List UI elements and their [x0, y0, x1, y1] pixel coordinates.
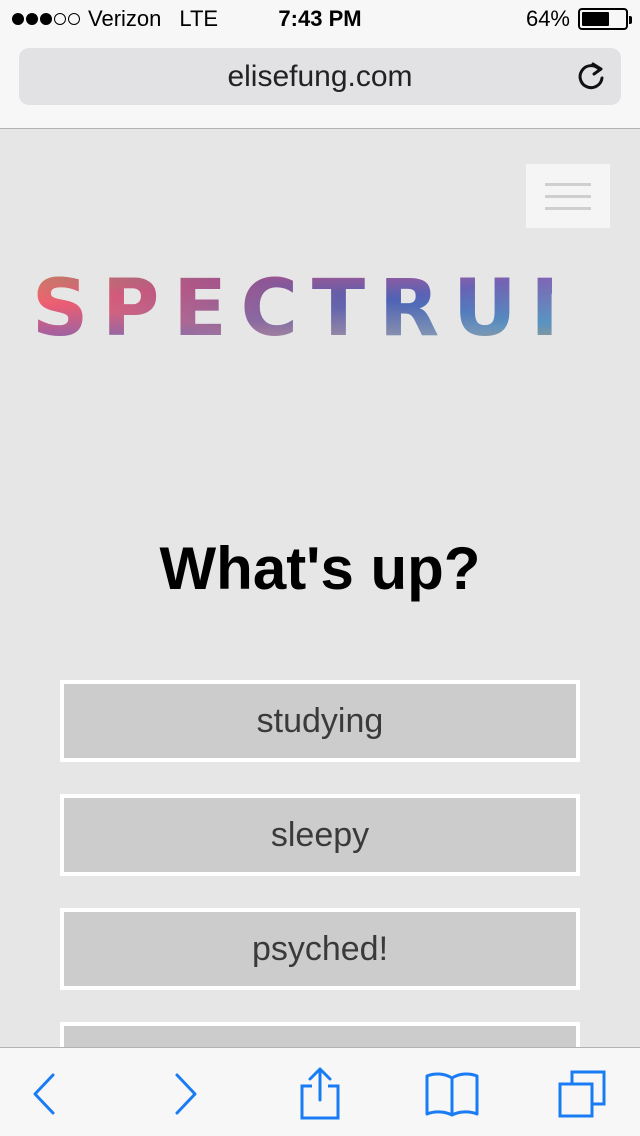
bookmarks-icon[interactable]	[422, 1068, 482, 1120]
logo-text-overlay: SPECTRUM	[32, 270, 552, 345]
browser-address-area: elisefung.com	[0, 40, 640, 129]
page-heading: What's up?	[159, 535, 481, 602]
address-bar[interactable]: elisefung.com	[19, 48, 621, 105]
mood-button-psyched[interactable]: psyched!	[60, 908, 580, 990]
mood-button-sleepy[interactable]: sleepy	[60, 794, 580, 876]
status-bar: Verizon LTE 7:43 PM 64%	[0, 0, 640, 40]
browser-toolbar	[0, 1047, 640, 1136]
mood-button-studying[interactable]: studying	[60, 680, 580, 762]
web-page-content: SPECTRUM SPECTRUM What's up? studying sl…	[0, 130, 640, 1047]
status-right: 64%	[525, 6, 632, 32]
mood-button-partial[interactable]	[60, 1022, 580, 1047]
url-text: elisefung.com	[227, 59, 413, 93]
share-icon[interactable]	[290, 1067, 350, 1120]
battery-icon	[578, 8, 632, 30]
back-icon[interactable]	[14, 1068, 74, 1120]
forward-icon[interactable]	[156, 1068, 216, 1120]
tabs-icon[interactable]	[552, 1068, 612, 1120]
reload-icon[interactable]	[575, 60, 607, 92]
hamburger-menu-icon[interactable]	[526, 164, 610, 228]
spectrum-logo: SPECTRUM SPECTRUM	[32, 270, 552, 345]
battery-percent: 64%	[525, 6, 570, 31]
